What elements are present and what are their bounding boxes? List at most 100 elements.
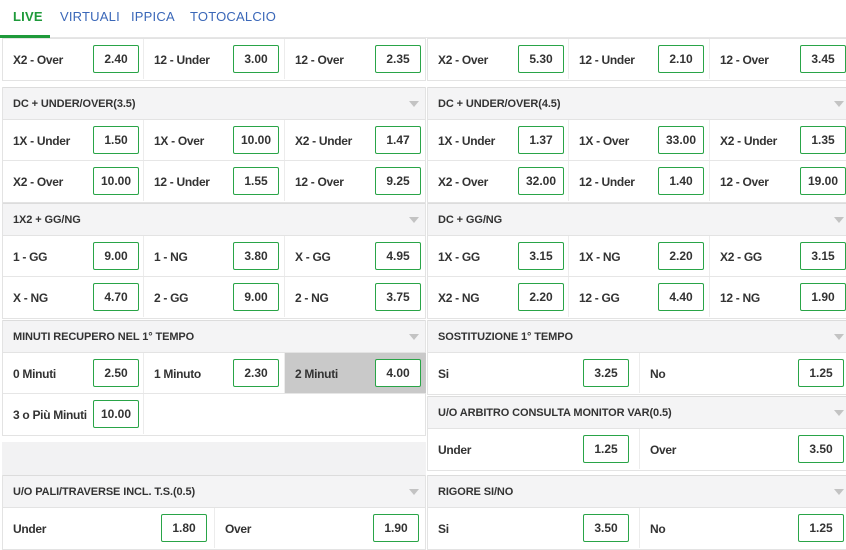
odds-cell[interactable]: 1X - Over 10.00 [144,120,285,160]
chevron-down-icon[interactable] [834,101,844,107]
odds-cell[interactable]: 0 Minuti 2.50 [3,353,144,393]
odds-cell[interactable]: 1 - NG 3.80 [144,236,285,276]
market-header[interactable]: DC + UNDER/OVER(4.5) [428,87,846,120]
odds-button[interactable]: 9.25 [375,167,421,195]
chevron-down-icon[interactable] [409,217,419,223]
odds-button[interactable]: 4.70 [93,283,139,311]
odds-cell[interactable]: 12 - GG 4.40 [569,277,710,317]
odds-cell[interactable]: X2 - Under 1.35 [710,120,846,160]
odds-cell[interactable]: 1X - NG 2.20 [569,236,710,276]
odds-cell[interactable]: No 1.25 [640,353,846,393]
tab-totocalcio[interactable]: TOTOCALCIO [190,9,276,24]
odds-button[interactable]: 3.15 [518,242,564,270]
odds-cell[interactable]: Si 3.50 [428,508,640,548]
odds-button[interactable]: 1.40 [658,167,704,195]
market-header[interactable]: MINUTI RECUPERO NEL 1° TEMPO [3,320,425,353]
market-header[interactable]: RIGORE SI/NO [428,475,846,508]
odds-button[interactable]: 33.00 [658,126,704,154]
odds-cell[interactable]: X - GG 4.95 [285,236,426,276]
odds-button[interactable]: 9.00 [233,283,279,311]
odds-cell[interactable]: No 1.25 [640,508,846,548]
odds-cell[interactable]: X2 - Over 2.40 [3,39,144,79]
odds-button[interactable]: 3.50 [583,514,629,542]
odds-cell[interactable]: 2 Minuti 4.00 [285,353,426,393]
odds-cell[interactable]: Under 1.80 [3,508,215,548]
chevron-down-icon[interactable] [834,489,844,495]
odds-button[interactable]: 32.00 [518,167,564,195]
odds-button[interactable]: 2.20 [518,283,564,311]
odds-cell[interactable]: Over 3.50 [640,429,846,469]
market-header[interactable]: DC + GG/NG [428,203,846,236]
odds-button[interactable]: 1.37 [518,126,564,154]
odds-button[interactable]: 10.00 [93,167,139,195]
chevron-down-icon[interactable] [409,101,419,107]
odds-button[interactable]: 2.35 [375,45,421,73]
odds-cell[interactable]: X2 - Over 10.00 [3,161,144,201]
odds-button[interactable]: 3.80 [233,242,279,270]
odds-cell[interactable]: 1X - Under 1.50 [3,120,144,160]
odds-button[interactable]: 10.00 [233,126,279,154]
odds-cell[interactable]: 2 - GG 9.00 [144,277,285,317]
odds-button[interactable]: 1.47 [375,126,421,154]
tab-virtuali[interactable]: VIRTUALI [60,9,120,24]
odds-button[interactable]: 3.50 [798,435,844,463]
tab-ippica[interactable]: IPPICA [131,9,175,24]
odds-cell[interactable]: Under 1.25 [428,429,640,469]
odds-button[interactable]: 19.00 [800,167,846,195]
odds-cell[interactable]: 12 - Under 1.40 [569,161,710,201]
odds-cell[interactable]: 12 - Over 19.00 [710,161,846,201]
chevron-down-icon[interactable] [834,334,844,340]
odds-button[interactable]: 2.50 [93,359,139,387]
odds-cell[interactable]: X2 - Over 32.00 [428,161,569,201]
odds-button[interactable]: 1.90 [800,283,846,311]
odds-cell[interactable]: X - NG 4.70 [3,277,144,317]
odds-cell[interactable]: Over 1.90 [215,508,427,548]
market-header[interactable]: DC + UNDER/OVER(3.5) [3,87,425,120]
chevron-down-icon[interactable] [834,217,844,223]
odds-cell[interactable]: X2 - NG 2.20 [428,277,569,317]
odds-button[interactable]: 1.25 [583,435,629,463]
odds-cell[interactable]: 1X - GG 3.15 [428,236,569,276]
odds-button[interactable]: 1.55 [233,167,279,195]
market-header[interactable]: U/O ARBITRO CONSULTA MONITOR VAR(0.5) [428,396,846,429]
odds-button[interactable]: 1.25 [798,514,844,542]
odds-button[interactable]: 4.95 [375,242,421,270]
odds-cell[interactable]: 1X - Under 1.37 [428,120,569,160]
odds-button[interactable]: 2.20 [658,242,704,270]
odds-button[interactable]: 9.00 [93,242,139,270]
odds-button[interactable]: 3.45 [800,45,846,73]
odds-button[interactable]: 3.15 [800,242,846,270]
odds-button[interactable]: 2.10 [658,45,704,73]
odds-cell[interactable]: 12 - Over 2.35 [285,39,426,79]
odds-button[interactable]: 3.75 [375,283,421,311]
odds-button[interactable]: 1.50 [93,126,139,154]
odds-cell[interactable]: 12 - NG 1.90 [710,277,846,317]
odds-cell[interactable]: 12 - Under 1.55 [144,161,285,201]
market-header[interactable]: SOSTITUZIONE 1° TEMPO [428,320,846,353]
odds-button[interactable]: 2.30 [233,359,279,387]
odds-cell[interactable]: X2 - Over 5.30 [428,39,569,79]
odds-button[interactable]: 5.30 [518,45,564,73]
odds-cell[interactable]: 3 o Più Minuti 10.00 [3,394,144,434]
chevron-down-icon[interactable] [409,334,419,340]
odds-button[interactable]: 2.40 [93,45,139,73]
odds-cell[interactable]: 12 - Over 3.45 [710,39,846,79]
market-header[interactable]: 1X2 + GG/NG [3,203,425,236]
odds-button[interactable]: 1.35 [800,126,846,154]
market-header[interactable]: U/O PALI/TRAVERSE INCL. T.S.(0.5) [3,475,425,508]
odds-cell[interactable]: 2 - NG 3.75 [285,277,426,317]
odds-button[interactable]: 4.00 [375,359,421,387]
odds-cell[interactable]: 1 - GG 9.00 [3,236,144,276]
odds-button[interactable]: 10.00 [93,400,139,428]
chevron-down-icon[interactable] [834,410,844,416]
odds-button[interactable]: 1.80 [161,514,207,542]
odds-button[interactable]: 1.25 [798,359,844,387]
odds-cell[interactable]: 1X - Over 33.00 [569,120,710,160]
odds-cell[interactable]: 1 Minuto 2.30 [144,353,285,393]
odds-button[interactable]: 3.25 [583,359,629,387]
odds-cell[interactable]: X2 - GG 3.15 [710,236,846,276]
odds-cell[interactable]: 12 - Under 3.00 [144,39,285,79]
odds-button[interactable]: 4.40 [658,283,704,311]
odds-cell[interactable]: Si 3.25 [428,353,640,393]
tab-live[interactable]: LIVE [13,9,43,24]
